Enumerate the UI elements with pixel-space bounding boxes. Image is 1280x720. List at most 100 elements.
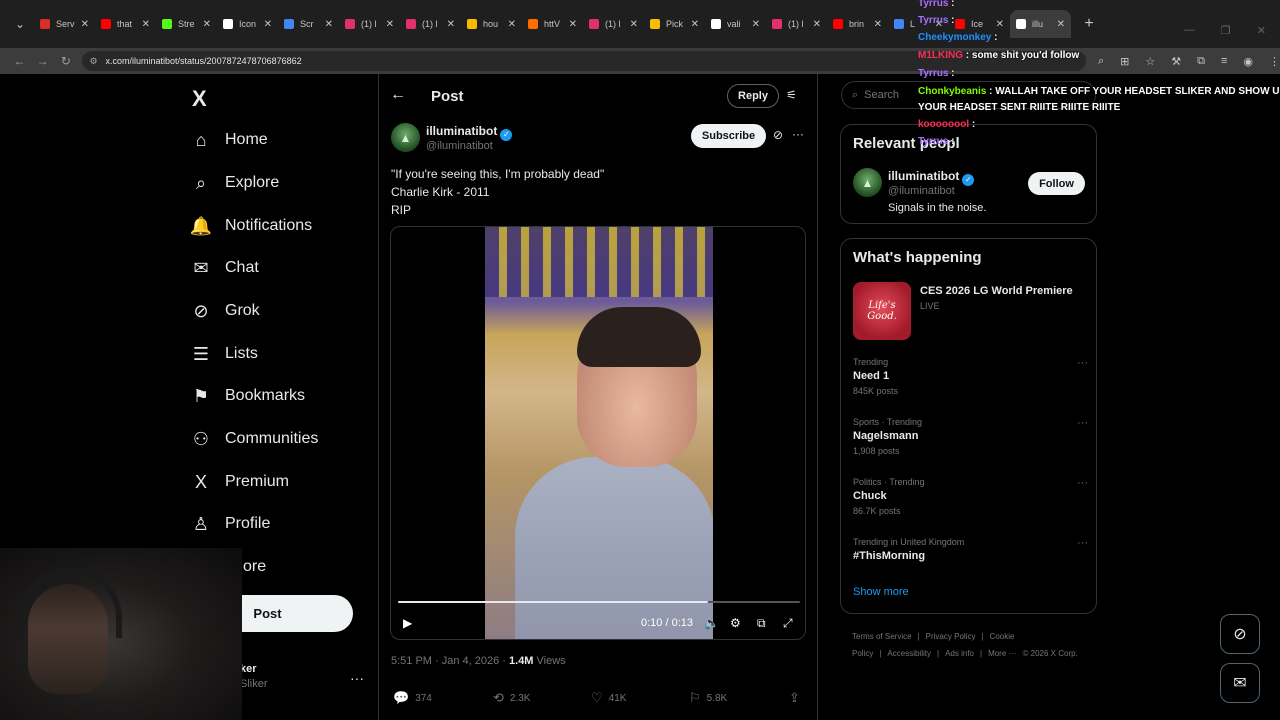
footer-link[interactable]: © 2026 X Corp. — [1023, 649, 1078, 658]
play-icon[interactable]: ▶ — [403, 616, 412, 630]
fullscreen-icon[interactable]: ⤢ — [783, 616, 793, 631]
tab-close-icon[interactable]: ✕ — [752, 19, 760, 30]
nav-item-premium[interactable]: X Premium — [190, 467, 289, 497]
author-handle[interactable]: @iluminatibot — [426, 140, 493, 152]
trend-item[interactable]: Trending in United Kingdom #ThisMorning ··… — [853, 537, 1088, 562]
browser-tab[interactable]: Scr ✕ — [278, 10, 339, 38]
browser-tab[interactable]: (1) l ✕ — [400, 10, 461, 38]
post-text-line: RIP — [391, 203, 412, 217]
browser-tab[interactable]: Serv ✕ — [34, 10, 95, 38]
trend-item[interactable]: Politics · Trending Chuck 86.7K posts ··· — [853, 477, 1088, 516]
volume-icon[interactable]: 🔈 — [704, 616, 719, 630]
tab-search-icon[interactable]: ⌄ — [6, 10, 34, 38]
account-switcher[interactable]: ker Sliker — [240, 663, 268, 690]
back-nav-icon[interactable]: ← — [8, 49, 31, 73]
browser-tab[interactable]: that ✕ — [95, 10, 156, 38]
event-thumbnail[interactable]: Life's Good. — [853, 282, 911, 340]
tab-close-icon[interactable]: ✕ — [630, 19, 638, 30]
video-player[interactable]: ▶ 0:10 / 0:13 🔈 ⚙ ⧉ ⤢ — [390, 226, 806, 640]
tab-favicon-icon — [711, 19, 721, 29]
nav-item-home[interactable]: ⌂ Home — [190, 125, 268, 155]
footer-links: Terms of Service | Privacy Policy | Cookie P… — [852, 628, 1092, 662]
browser-tab[interactable]: Stre ✕ — [156, 10, 217, 38]
footer-link[interactable]: Ads info — [945, 649, 974, 658]
browser-menu-icon[interactable]: ⋮ — [1269, 55, 1280, 68]
picture-in-picture-icon[interactable]: ⧉ — [757, 616, 766, 631]
tab-close-icon[interactable]: ✕ — [508, 19, 516, 30]
tab-close-icon[interactable]: ✕ — [81, 19, 89, 30]
tab-close-icon[interactable]: ✕ — [447, 19, 455, 30]
relevant-handle[interactable]: @iluminatibot — [888, 185, 955, 197]
browser-tab[interactable]: Icon ✕ — [217, 10, 278, 38]
browser-tab[interactable]: vali ✕ — [705, 10, 766, 38]
relevant-avatar[interactable]: ▲ — [853, 168, 882, 197]
tab-close-icon[interactable]: ✕ — [874, 19, 882, 30]
trend-more-icon[interactable]: ··· — [1077, 477, 1088, 489]
tab-close-icon[interactable]: ✕ — [142, 19, 150, 30]
show-more-link[interactable]: Show more — [853, 586, 909, 598]
video-frame[interactable] — [485, 227, 713, 639]
messages-fab-icon[interactable]: ✉ — [1220, 663, 1260, 703]
post-timestamp[interactable]: 5:51 PM · Jan 4, 2026 · — [391, 655, 509, 667]
trend-more-icon[interactable]: ··· — [1077, 537, 1088, 549]
trend-name: #ThisMorning — [853, 550, 926, 562]
nav-item-notifications[interactable]: 🔔 Notifications — [190, 211, 312, 241]
tab-close-icon[interactable]: ✕ — [813, 19, 821, 30]
tab-close-icon[interactable]: ✕ — [203, 19, 211, 30]
browser-tab[interactable]: httV ✕ — [522, 10, 583, 38]
share-action[interactable]: ⇪ — [789, 690, 800, 706]
grok-icon[interactable]: ⊘ — [773, 128, 783, 142]
tab-close-icon[interactable]: ✕ — [691, 19, 699, 30]
nav-item-grok[interactable]: ⊘ Grok — [190, 296, 259, 326]
tab-close-icon[interactable]: ✕ — [386, 19, 394, 30]
grok-fab-icon[interactable]: ⊘ — [1220, 614, 1260, 654]
author-name[interactable]: illuminatibot ✓ — [426, 124, 513, 141]
video-progress-bar[interactable] — [398, 601, 800, 603]
browser-tab[interactable]: (1) l ✕ — [339, 10, 400, 38]
trend-name: Chuck — [853, 490, 887, 502]
trend-more-icon[interactable]: ··· — [1077, 357, 1088, 369]
repost-action[interactable]: ⟲ 2.3K — [493, 690, 530, 706]
nav-item-lists[interactable]: ☰ Lists — [190, 339, 258, 369]
reload-icon[interactable]: ↻ — [54, 49, 77, 73]
site-info-icon[interactable]: ⚙ — [90, 56, 100, 66]
relevant-name[interactable]: illuminatibot ✓ — [888, 169, 975, 186]
nav-item-communities[interactable]: ⚇ Communities — [190, 424, 318, 454]
tab-close-icon[interactable]: ✕ — [325, 19, 333, 30]
forward-nav-icon[interactable]: → — [31, 49, 54, 73]
more-options-icon[interactable]: ··· — [792, 127, 804, 141]
nav-item-bookmarks[interactable]: ⚑ Bookmarks — [190, 381, 305, 411]
event-title[interactable]: CES 2026 LG World Premiere — [920, 285, 1073, 297]
author-avatar[interactable]: ▲ — [391, 123, 420, 152]
filter-sliders-icon[interactable]: ⚟ — [786, 88, 797, 102]
browser-tab[interactable]: hou ✕ — [461, 10, 522, 38]
verified-badge-icon: ✓ — [500, 128, 513, 141]
account-more-icon[interactable]: ··· — [350, 670, 364, 686]
nav-item-explore[interactable]: ⌕ Explore — [190, 168, 279, 198]
settings-gear-icon[interactable]: ⚙ — [730, 616, 741, 630]
tab-close-icon[interactable]: ✕ — [264, 19, 272, 30]
reply-action[interactable]: 💬 374 — [393, 690, 432, 706]
like-action[interactable]: ♡ 41K — [591, 690, 626, 706]
follow-button[interactable]: Follow — [1028, 172, 1085, 195]
footer-link[interactable]: Accessibility — [887, 649, 931, 658]
tab-close-icon[interactable]: ✕ — [569, 19, 577, 30]
footer-link[interactable]: Privacy Policy — [926, 632, 976, 641]
nav-item-profile[interactable]: ♙ Profile — [190, 509, 270, 539]
trend-item[interactable]: Sports · Trending Nagelsmann 1,908 posts ··… — [853, 417, 1088, 456]
nav-item-chat[interactable]: ✉ Chat — [190, 253, 258, 283]
trend-more-icon[interactable]: ··· — [1077, 417, 1088, 429]
back-arrow-icon[interactable]: ← — [390, 86, 406, 104]
browser-tab[interactable]: Pick ✕ — [644, 10, 705, 38]
reply-button[interactable]: Reply — [727, 84, 779, 108]
subscribe-button[interactable]: Subscribe — [691, 124, 766, 148]
x-logo[interactable]: X — [192, 86, 207, 112]
footer-link[interactable]: Terms of Service — [852, 632, 912, 641]
browser-tab[interactable]: (1) l ✕ — [766, 10, 827, 38]
chat-message: YOUR HEADSET SENT RIIITE RIIITE RIIITE — [918, 100, 1120, 116]
footer-link[interactable]: More ··· — [988, 649, 1016, 658]
bookmark-action[interactable]: ⚐ 5.8K — [689, 690, 727, 706]
browser-tab[interactable]: brin ✕ — [827, 10, 888, 38]
browser-tab[interactable]: (1) l ✕ — [583, 10, 644, 38]
trend-item[interactable]: Trending Need 1 845K posts ··· — [853, 357, 1088, 396]
